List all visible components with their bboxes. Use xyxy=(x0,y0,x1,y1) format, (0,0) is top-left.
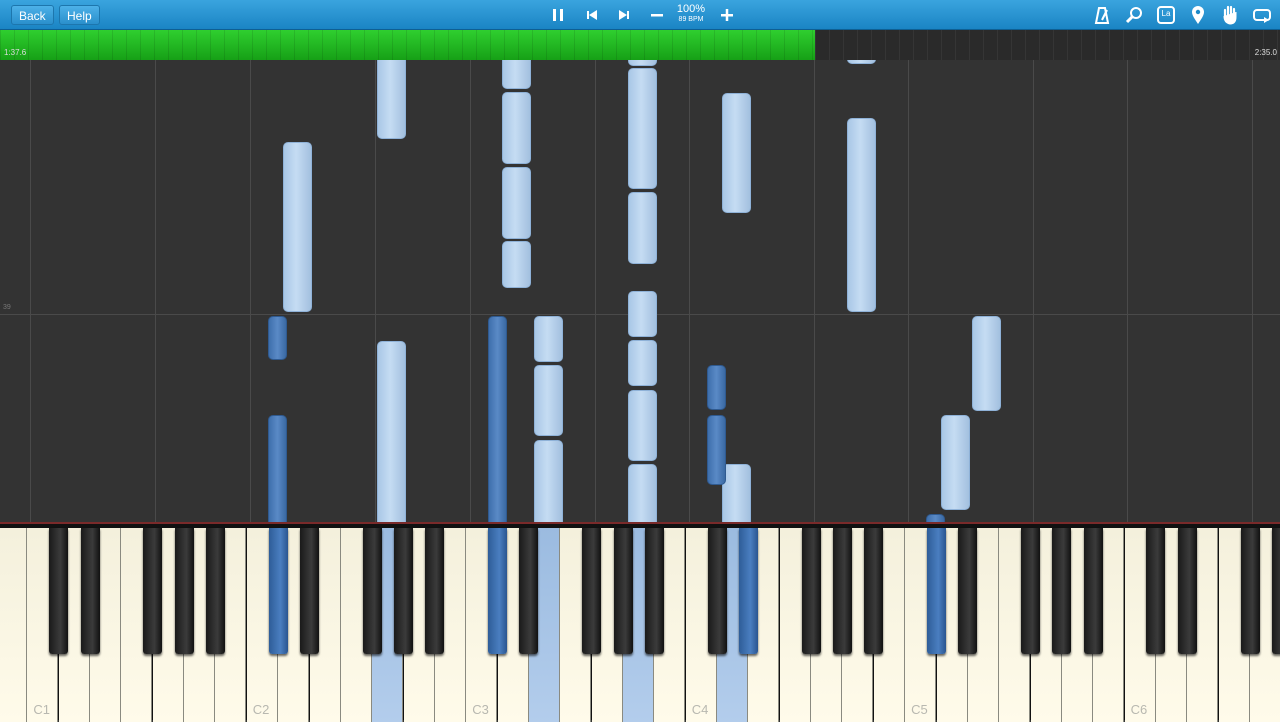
speed-display: 100% 89 BPM xyxy=(674,3,708,24)
black-key[interactable] xyxy=(174,528,194,654)
black-key[interactable] xyxy=(394,528,414,654)
black-key[interactable] xyxy=(49,528,69,654)
black-key[interactable] xyxy=(801,528,821,654)
falling-note xyxy=(628,340,657,386)
elapsed-time: 1:37.6 xyxy=(4,48,27,57)
marker-icon[interactable] xyxy=(1187,4,1209,26)
black-key[interactable] xyxy=(362,528,382,654)
falling-note xyxy=(941,415,970,510)
octave-label: C3 xyxy=(472,702,489,717)
falling-note xyxy=(502,167,531,239)
falling-note-sharp xyxy=(268,316,287,360)
note-field: 39 xyxy=(0,60,1280,522)
black-key[interactable] xyxy=(1083,528,1103,654)
falling-note-sharp xyxy=(707,365,726,410)
octave-label: C2 xyxy=(252,702,270,717)
black-key[interactable] xyxy=(425,528,445,654)
falling-note xyxy=(722,464,751,522)
falling-note-sharp xyxy=(268,415,287,522)
falling-note xyxy=(534,316,563,362)
falling-note xyxy=(628,68,657,189)
loop-icon[interactable] xyxy=(1251,4,1273,26)
black-key[interactable] xyxy=(519,528,539,654)
black-key[interactable] xyxy=(1240,528,1260,654)
falling-note xyxy=(502,241,531,288)
tempo-bpm: 89 BPM xyxy=(678,16,704,23)
black-key[interactable] xyxy=(582,528,602,654)
note-label-text: La xyxy=(1161,9,1171,18)
black-key[interactable] xyxy=(707,528,727,654)
black-key[interactable] xyxy=(1146,528,1166,654)
falling-note xyxy=(377,60,406,139)
speed-percent: 100% xyxy=(676,3,706,15)
hand-icon[interactable] xyxy=(1219,4,1241,26)
falling-note xyxy=(847,118,876,312)
note-label-icon[interactable]: La xyxy=(1155,4,1177,26)
back-button[interactable]: Back xyxy=(11,5,54,25)
help-button[interactable]: Help xyxy=(59,5,100,25)
total-time: 2:35.0 xyxy=(1254,48,1277,57)
black-key[interactable] xyxy=(613,528,633,654)
black-key[interactable] xyxy=(864,528,884,654)
falling-note xyxy=(628,60,657,66)
falling-note-sharp xyxy=(488,316,507,522)
falling-note xyxy=(628,192,657,264)
black-key[interactable] xyxy=(958,528,978,654)
progress-fill xyxy=(0,30,816,60)
skip-forward-icon[interactable] xyxy=(613,4,635,26)
octave-label: C1 xyxy=(33,702,50,717)
black-key[interactable] xyxy=(1021,528,1041,654)
black-key[interactable] xyxy=(268,528,288,654)
black-key[interactable] xyxy=(300,528,319,654)
falling-note xyxy=(628,390,657,461)
plus-icon[interactable] xyxy=(716,4,738,26)
falling-note xyxy=(377,341,406,522)
black-key[interactable] xyxy=(143,528,163,654)
progress-remaining xyxy=(815,30,1280,60)
black-key[interactable] xyxy=(80,528,100,654)
black-key[interactable] xyxy=(738,528,758,654)
black-key[interactable] xyxy=(832,528,852,654)
octave-label: C5 xyxy=(911,702,928,717)
falling-note xyxy=(534,440,563,522)
falling-note xyxy=(502,92,531,164)
black-key[interactable] xyxy=(205,528,225,654)
falling-note xyxy=(972,316,1001,411)
white-key[interactable] xyxy=(0,528,27,722)
falling-note-sharp xyxy=(926,514,945,522)
falling-note xyxy=(847,60,876,64)
piano-keyboard[interactable]: C1 C2 C3 C4 C5 C6 xyxy=(0,522,1280,722)
black-key[interactable] xyxy=(644,528,664,654)
octave-label: C6 xyxy=(1130,702,1148,717)
toolbar: Back Help 100% 89 BPM La xyxy=(0,0,1280,30)
measure-number: 39 xyxy=(3,304,11,311)
falling-note xyxy=(628,464,657,522)
falling-note xyxy=(502,60,531,89)
skip-back-icon[interactable] xyxy=(581,4,603,26)
black-key[interactable] xyxy=(1271,528,1280,654)
falling-note xyxy=(534,365,563,436)
pause-icon[interactable] xyxy=(547,4,569,26)
metronome-icon[interactable] xyxy=(1091,4,1113,26)
black-key[interactable] xyxy=(1052,528,1072,654)
song-progress-bar[interactable]: 1:37.6 2:35.0 xyxy=(0,30,1280,60)
falling-note xyxy=(722,93,751,213)
minus-icon[interactable] xyxy=(646,4,668,26)
falling-note-sharp xyxy=(707,415,726,485)
black-key[interactable] xyxy=(488,528,508,654)
octave-label: C4 xyxy=(691,702,709,717)
black-key[interactable] xyxy=(1177,528,1197,654)
black-key[interactable] xyxy=(927,528,946,654)
falling-note xyxy=(628,291,657,337)
search-icon[interactable] xyxy=(1123,4,1145,26)
falling-note xyxy=(283,142,312,312)
